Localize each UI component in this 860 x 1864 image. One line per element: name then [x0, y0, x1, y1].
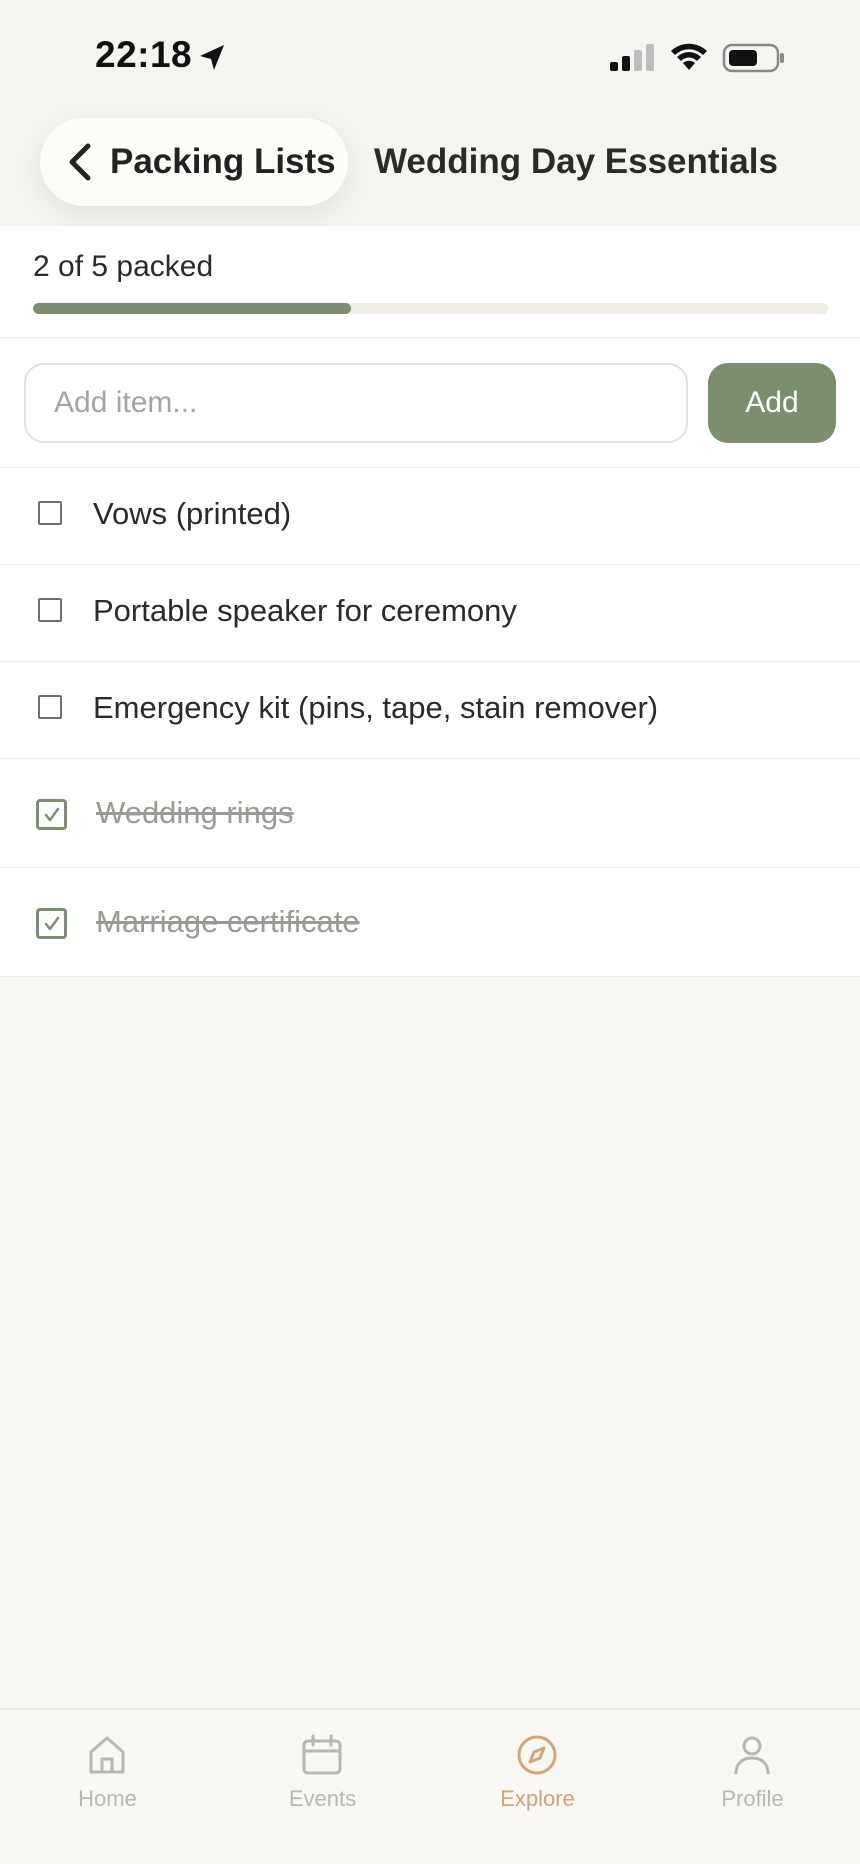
battery-icon	[722, 43, 784, 73]
tab-explore[interactable]: Explore	[430, 1710, 645, 1830]
list-item[interactable]: Marriage certificate	[0, 868, 860, 977]
item-label: Portable speaker for ceremony	[93, 593, 517, 628]
checkbox-checked[interactable]	[36, 799, 67, 830]
compass-icon	[517, 1735, 557, 1775]
list-item[interactable]: Portable speaker for ceremony	[0, 565, 860, 662]
tab-explore-label: Explore	[500, 1786, 575, 1811]
tab-profile[interactable]: Profile	[645, 1710, 860, 1830]
add-item-row: Add	[0, 339, 860, 468]
tab-events-label: Events	[288, 1786, 357, 1811]
checkmark-icon	[44, 916, 60, 931]
status-bar: 22:18	[0, 0, 860, 112]
checkbox-checked[interactable]	[36, 908, 67, 939]
progress-bar	[33, 303, 828, 314]
item-label: Marriage certificate	[96, 904, 360, 939]
list-item[interactable]: Wedding rings	[0, 759, 860, 868]
back-button-label: Packing Lists	[110, 142, 336, 181]
back-button[interactable]: Packing Lists	[40, 118, 348, 206]
tab-home-label: Home	[78, 1786, 137, 1811]
bottom-tab-bar: Home Events Explore Profile	[0, 1708, 860, 1864]
nav-header: Packing Lists Wedding Day Essentials	[0, 112, 860, 226]
home-icon	[89, 1736, 125, 1774]
status-time: 22:18	[95, 34, 193, 75]
progress-text: 2 of 5 packed	[33, 250, 214, 283]
calendar-icon	[302, 1734, 342, 1775]
checkbox[interactable]	[38, 598, 62, 622]
add-item-input[interactable]	[24, 363, 688, 443]
wifi-icon	[671, 43, 707, 70]
item-label: Wedding rings	[96, 795, 294, 830]
list-item[interactable]: Emergency kit (pins, tape, stain remover…	[0, 662, 860, 759]
page-title: Wedding Day Essentials	[374, 142, 778, 181]
tab-home[interactable]: Home	[0, 1710, 215, 1830]
person-icon	[734, 1736, 770, 1775]
packing-list: Vows (printed) Portable speaker for cere…	[0, 468, 860, 977]
checkmark-icon	[44, 807, 60, 822]
item-label: Vows (printed)	[93, 496, 292, 531]
checkbox[interactable]	[38, 501, 62, 525]
location-arrow-icon	[200, 45, 224, 70]
progress-bar-fill	[33, 303, 351, 314]
chevron-left-icon	[69, 143, 91, 181]
cellular-signal-icon	[610, 44, 654, 71]
tab-events[interactable]: Events	[215, 1710, 430, 1830]
checkbox[interactable]	[38, 695, 62, 719]
progress-section: 2 of 5 packed	[0, 226, 860, 338]
tab-profile-label: Profile	[721, 1786, 784, 1811]
add-button[interactable]: Add	[708, 363, 836, 443]
list-item[interactable]: Vows (printed)	[0, 468, 860, 565]
item-label: Emergency kit (pins, tape, stain remover…	[93, 690, 659, 725]
